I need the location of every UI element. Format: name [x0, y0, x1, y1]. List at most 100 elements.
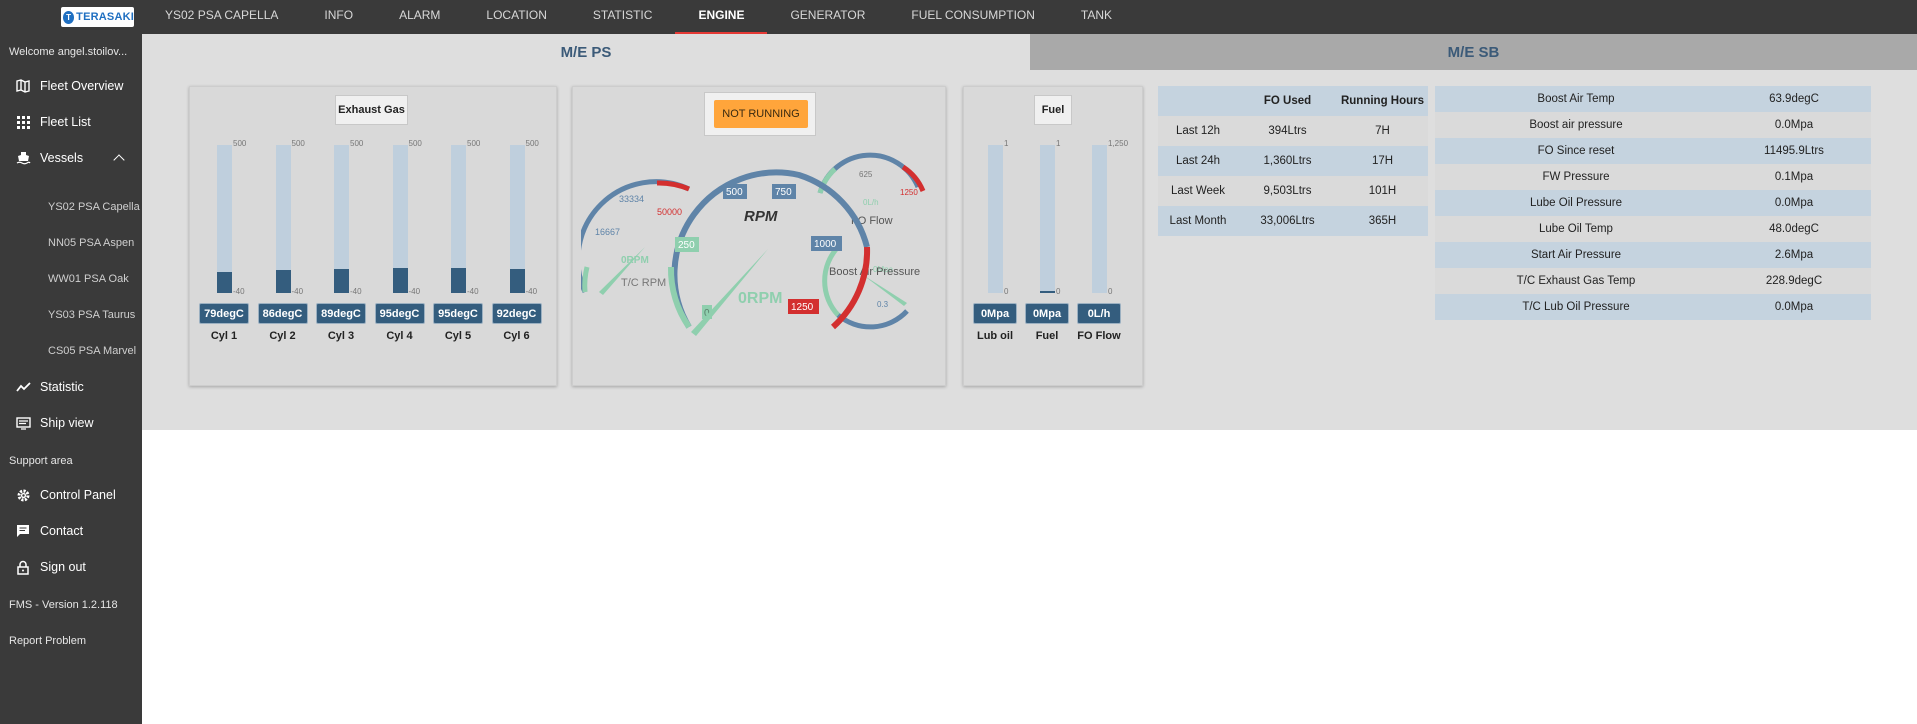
boost-tick: 0.3 [877, 300, 889, 309]
nav-tank[interactable]: TANK [1058, 0, 1135, 34]
tc-tick: 33334 [619, 194, 644, 204]
tc-title: T/C RPM [621, 277, 666, 289]
nav-vessel[interactable]: YS02 PSA CAPELLA [142, 0, 301, 34]
vessel-link[interactable]: WW01 PSA Oak [48, 273, 129, 285]
fo-tick: 625 [859, 170, 873, 179]
fuel-max-label: 1,250 [1108, 139, 1129, 148]
tc-tick: 50000 [657, 207, 682, 217]
logo-mark-icon: T [63, 10, 75, 24]
cylinder-value-badge: 86degC [257, 303, 308, 324]
sidebar-item-fleet-list[interactable]: Fleet List [15, 114, 91, 130]
vessel-link[interactable]: NN05 PSA Aspen [48, 237, 134, 249]
rpm-tick: 500 [726, 187, 743, 198]
cylinder-track [392, 145, 408, 293]
param-value: 48.0degC [1769, 223, 1819, 235]
param-name: Start Air Pressure [1530, 249, 1622, 261]
fuel-value-badge: 0Mpa [1025, 303, 1069, 324]
rpm-title: RPM [744, 208, 778, 225]
table-row: T/C Exhaust Gas Temp 228.9degC [1435, 268, 1871, 294]
sidebar-item-control-panel[interactable]: Control Panel [15, 487, 116, 503]
report-problem-link[interactable]: Report Problem [9, 635, 86, 647]
cylinder-min-label: -40 [467, 287, 479, 296]
table-row: Start Air Pressure 2.6Mpa [1435, 242, 1871, 268]
fo-used-cell: 33,006Ltrs [1260, 215, 1315, 227]
nav-generator[interactable]: GENERATOR [767, 0, 888, 34]
vessel-link[interactable]: YS03 PSA Taurus [48, 309, 135, 321]
cylinder-value-badge: 89degC [316, 303, 366, 324]
fo-used-cell: 1,360Ltrs [1263, 155, 1312, 167]
fuel-track [1040, 145, 1055, 293]
version-text: FMS - Version 1.2.118 [9, 599, 118, 611]
fuel-fill [1040, 291, 1055, 293]
table-row: Lube Oil Pressure 0.0Mpa [1435, 190, 1871, 216]
running-hours-cell: 365H [1368, 215, 1397, 227]
fo-used-cell: 394Ltrs [1268, 125, 1307, 137]
running-hours-cell: 7H [1375, 125, 1390, 137]
table-row: Last Week 9,503Ltrs 101H [1158, 176, 1428, 206]
tab-me-ps[interactable]: M/E PS [142, 34, 1030, 70]
cylinder-track [275, 145, 291, 293]
sidebar-item-label: Statistic [40, 380, 84, 394]
sidebar-item-fleet-overview[interactable]: Fleet Overview [15, 78, 123, 94]
sidebar-item-contact[interactable]: Contact [15, 523, 83, 539]
table-row: FO Since reset 11495.9Ltrs [1435, 138, 1871, 164]
terasaki-logo[interactable]: T TERASAKI [61, 7, 134, 27]
param-name: Boost Air Temp [1537, 93, 1615, 105]
cylinder-fill [392, 267, 408, 293]
cylinder-min-label: -40 [291, 287, 304, 296]
nav-info[interactable]: INFO [301, 0, 376, 34]
sidebar-item-vessels[interactable]: Vessels [15, 150, 83, 166]
sidebar: Welcome angel.stoilov... Fleet Overview … [0, 34, 142, 724]
boost-gauge: 0Mpa 0.3 Boost Air Pressure [822, 245, 920, 330]
nav-alarm[interactable]: ALARM [376, 0, 463, 34]
trend-icon [15, 379, 31, 395]
sidebar-item-label: Fleet List [40, 115, 91, 129]
rpm-readout: 0RPM [738, 290, 782, 307]
cylinder-label: Cyl 2 [269, 330, 296, 342]
param-name: FW Pressure [1542, 171, 1610, 183]
cylinder-fill [451, 267, 466, 293]
map-icon [15, 78, 31, 94]
fuel-track [1092, 145, 1107, 293]
param-value: 2.6Mpa [1774, 249, 1814, 261]
table-row: Lube Oil Temp 48.0degC [1435, 216, 1871, 242]
gear-icon [15, 487, 31, 503]
fuel-min-label: 0 [1108, 287, 1113, 296]
fuel-min-label: 0 [1056, 287, 1061, 296]
fuel-title: Fuel [1034, 95, 1072, 125]
param-value: 0.0Mpa [1774, 301, 1814, 313]
param-name: Lube Oil Pressure [1529, 197, 1623, 209]
tab-me-sb[interactable]: M/E SB [1030, 34, 1917, 70]
cylinder-label: Cyl 5 [444, 330, 472, 342]
nav-statistic[interactable]: STATISTIC [570, 0, 676, 34]
vessel-link[interactable]: YS02 PSA Capella [48, 201, 140, 213]
param-value: 11495.9Ltrs [1764, 145, 1824, 157]
cylinder-label: Cyl 1 [210, 330, 238, 342]
nav-engine[interactable]: ENGINE [675, 0, 768, 34]
cylinder-value-badge: 79degC [199, 303, 249, 324]
nav-fuel-consumption[interactable]: FUEL CONSUMPTION [888, 0, 1058, 34]
rpm-tick: 1250 [791, 302, 814, 313]
cylinder-max-label: 500 [467, 139, 481, 148]
table-row: Last Month 33,006Ltrs 365H [1158, 206, 1428, 236]
rpm-tick: 1000 [814, 239, 837, 250]
sidebar-item-sign-out[interactable]: Sign out [15, 559, 86, 575]
sidebar-item-statistic[interactable]: Statistic [15, 379, 84, 395]
nav-location[interactable]: LOCATION [463, 0, 569, 34]
sidebar-item-label: Sign out [40, 560, 86, 574]
fuel-label: Lub oil [976, 330, 1014, 342]
engine-status-button[interactable]: NOT RUNNING [714, 100, 808, 128]
vessel-link[interactable]: CS05 PSA Marvel [48, 345, 136, 357]
cylinder-fill [509, 268, 525, 293]
fuel-track [988, 145, 1003, 293]
welcome-text: Welcome angel.stoilov... [9, 46, 128, 58]
boost-title: Boost Air Pressure [829, 266, 920, 278]
cylinder-track [334, 145, 349, 293]
chevron-up-icon[interactable] [113, 154, 125, 166]
sidebar-item-ship-view[interactable]: Ship view [15, 415, 94, 431]
param-name: FO Since reset [1537, 145, 1615, 157]
chat-icon [15, 523, 31, 539]
lock-icon [15, 559, 31, 575]
fo-tick: 1250 [900, 188, 918, 197]
cylinder-label: Cyl 6 [503, 330, 530, 342]
